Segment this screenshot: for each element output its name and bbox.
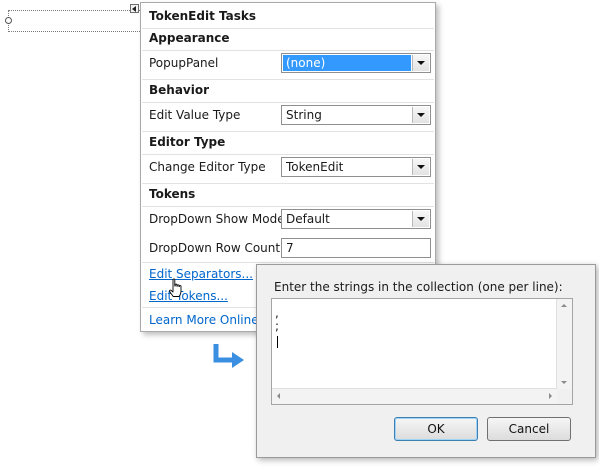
dropdown-show-mode-combo[interactable]: Default xyxy=(281,209,431,229)
cancel-button[interactable]: Cancel xyxy=(487,417,571,441)
edit-value-type-label: Edit Value Type xyxy=(149,108,241,122)
chevron-down-icon[interactable] xyxy=(412,55,429,71)
vertical-scrollbar[interactable] xyxy=(556,299,572,389)
change-editor-type-combo[interactable]: TokenEdit xyxy=(281,157,431,177)
chevron-down-icon[interactable] xyxy=(412,107,429,123)
edit-value-type-value: String xyxy=(286,108,322,122)
divider xyxy=(142,79,434,80)
divider xyxy=(142,50,434,51)
scroll-up-icon[interactable] xyxy=(561,304,567,307)
dropdown-row-count-value: 7 xyxy=(286,241,294,255)
smart-tag-icon[interactable] xyxy=(130,4,139,13)
divider xyxy=(142,131,434,132)
ok-button[interactable]: OK xyxy=(394,417,478,441)
scrollbar-corner xyxy=(557,389,572,404)
section-editor-type: Editor Type xyxy=(149,135,226,149)
divider xyxy=(142,102,434,103)
chevron-down-icon[interactable] xyxy=(412,211,429,227)
section-behavior: Behavior xyxy=(149,83,210,97)
horizontal-scrollbar[interactable] xyxy=(272,388,557,404)
divider xyxy=(142,262,434,263)
popup-panel-label: PopupPanel xyxy=(149,56,219,70)
popup-panel-combo[interactable]: (none) xyxy=(281,53,431,73)
section-tokens: Tokens xyxy=(149,187,196,201)
scroll-left-icon[interactable] xyxy=(277,393,280,399)
popup-panel-value: (none) xyxy=(286,56,326,70)
selected-token-edit-control[interactable] xyxy=(8,10,144,32)
dropdown-row-count-input[interactable]: 7 xyxy=(281,238,431,258)
scroll-down-icon[interactable] xyxy=(561,381,567,384)
edit-value-type-combo[interactable]: String xyxy=(281,105,431,125)
change-editor-type-value: TokenEdit xyxy=(286,160,344,174)
dropdown-row-count-label: DropDown Row Count xyxy=(149,241,281,255)
divider xyxy=(142,154,434,155)
dialog-prompt: Enter the strings in the collection (one… xyxy=(274,280,563,294)
learn-more-online-link[interactable]: Learn More Online xyxy=(149,313,259,327)
section-appearance: Appearance xyxy=(149,31,230,45)
divider xyxy=(142,28,434,29)
string-collection-editor-dialog: Enter the strings in the collection (one… xyxy=(256,264,596,458)
divider xyxy=(142,183,434,184)
dropdown-show-mode-label: DropDown Show Mode xyxy=(149,212,285,226)
edit-separators-link[interactable]: Edit Separators... xyxy=(149,267,253,281)
change-editor-type-label: Change Editor Type xyxy=(149,160,266,174)
dropdown-show-mode-value: Default xyxy=(286,212,330,226)
divider xyxy=(142,206,434,207)
scroll-right-icon[interactable] xyxy=(549,393,552,399)
arrow-right-icon xyxy=(213,344,244,368)
edit-tokens-link[interactable]: Edit Tokens... xyxy=(149,289,228,303)
editor-line: ; xyxy=(275,319,280,333)
strings-editor-textarea[interactable]: ,; xyxy=(271,298,573,405)
editor-lines: ,; xyxy=(275,307,279,333)
chevron-down-icon[interactable] xyxy=(412,159,429,175)
resize-handle[interactable] xyxy=(5,17,12,24)
tasks-panel-title: TokenEdit Tasks xyxy=(149,9,256,23)
hand-cursor-icon xyxy=(169,278,182,297)
text-caret xyxy=(277,336,278,348)
